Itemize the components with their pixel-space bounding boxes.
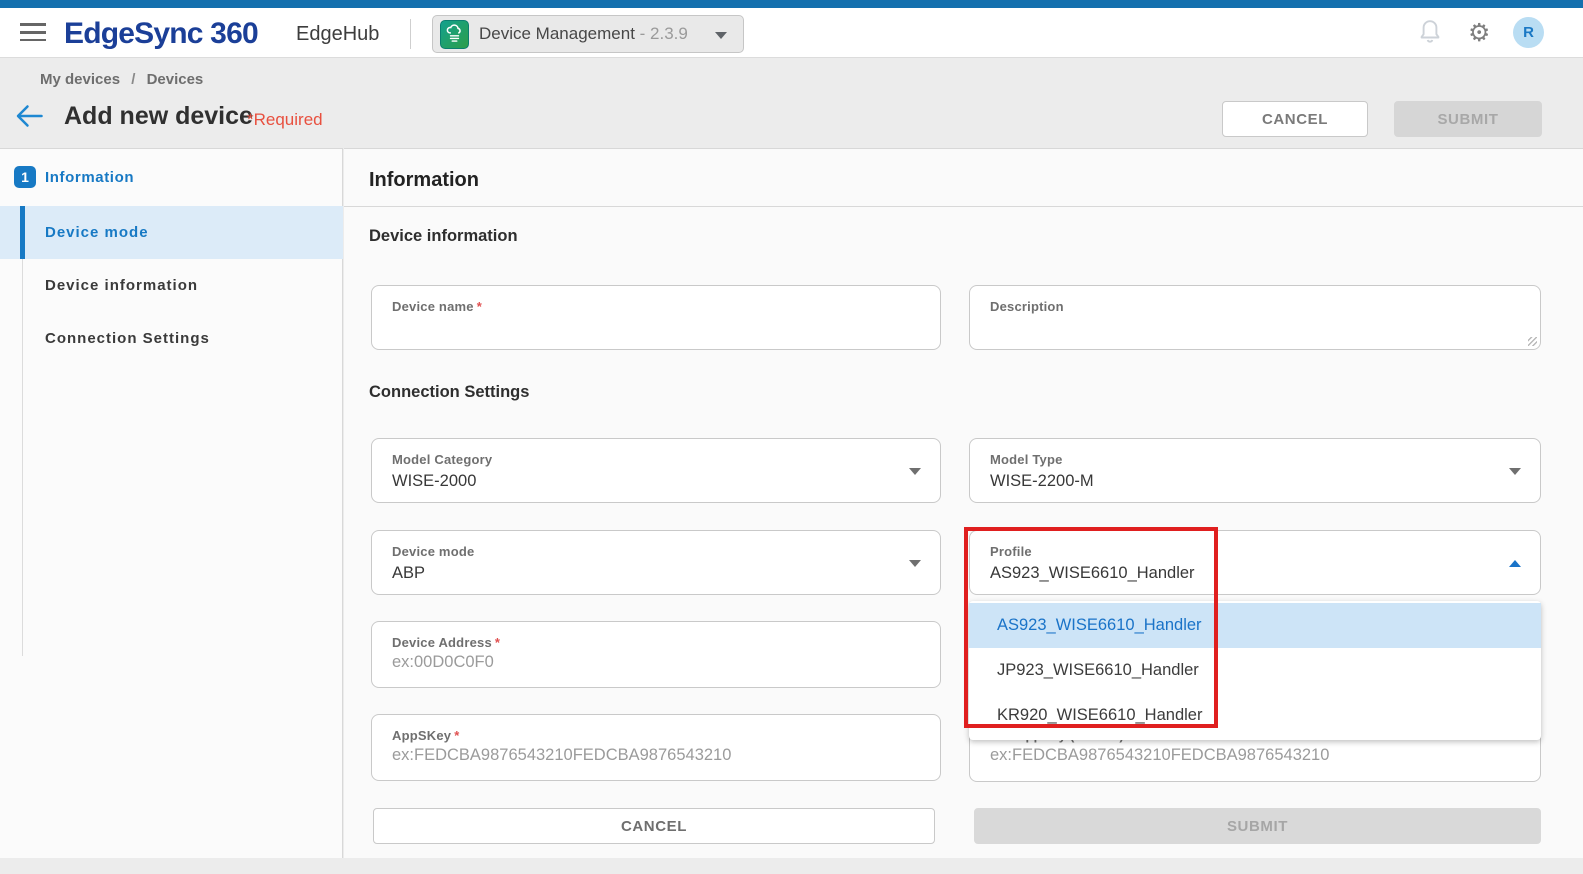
model-category-label: Model Category — [392, 452, 920, 467]
top-accent-strip — [0, 0, 1583, 8]
chevron-down-icon — [715, 32, 727, 39]
profile-option-as923[interactable]: AS923_WISE6610_Handler — [969, 603, 1541, 648]
sidebar-item-label: Connection Settings — [45, 330, 210, 347]
submit-button[interactable]: SUBMIT — [1394, 101, 1542, 137]
form-panel: Information Device information Device na… — [344, 148, 1583, 858]
chevron-down-icon — [1509, 468, 1521, 475]
form-cancel-button[interactable]: CANCEL — [373, 808, 935, 844]
app-selector-dropdown[interactable]: Device Management - 2.3.9 — [432, 15, 744, 53]
sidebar-item-connection-settings[interactable]: Connection Settings — [0, 312, 343, 365]
model-category-value: WISE-2000 — [392, 472, 920, 491]
profile-select[interactable]: Profile AS923_WISE6610_Handler — [969, 530, 1541, 595]
header-divider — [410, 19, 411, 49]
profile-option-kr920[interactable]: KR920_WISE6610_Handler — [969, 693, 1541, 738]
breadcrumb-my-devices[interactable]: My devices — [40, 71, 120, 88]
chevron-up-icon — [1509, 560, 1521, 567]
description-input[interactable] — [990, 317, 1520, 336]
profile-option-jp923[interactable]: JP923_WISE6610_Handler — [969, 648, 1541, 693]
brand-logo: EdgeSync 360 — [64, 17, 258, 51]
sidebar-item-device-mode[interactable]: Device mode — [0, 206, 343, 259]
appskey-label: AppSKey* — [392, 728, 920, 743]
step-number-badge: 1 — [14, 166, 36, 188]
step-information: 1 Information — [14, 166, 134, 188]
device-mode-select[interactable]: Device mode ABP — [371, 530, 941, 595]
required-note: *Required — [247, 110, 323, 130]
device-address-label: Device Address* — [392, 635, 920, 650]
breadcrumb-devices[interactable]: Devices — [147, 71, 204, 88]
device-information-heading: Device information — [369, 227, 518, 246]
settings-gear-icon[interactable]: ⚙ — [1468, 17, 1490, 49]
app-selector-label: Device Management - 2.3.9 — [479, 24, 688, 44]
device-address-field[interactable]: Device Address* — [371, 621, 941, 688]
menu-icon[interactable] — [20, 23, 46, 43]
user-avatar[interactable]: R — [1513, 17, 1544, 48]
description-field[interactable]: Description — [969, 285, 1541, 350]
back-arrow-icon[interactable] — [15, 104, 43, 133]
breadcrumb: My devices / Devices — [40, 71, 203, 88]
notifications-bell-icon[interactable] — [1417, 16, 1443, 51]
product-name: EdgeHub — [296, 23, 379, 46]
appskey-field[interactable]: AppSKey* — [371, 714, 941, 781]
device-mode-value: ABP — [392, 564, 920, 583]
chevron-down-icon — [909, 468, 921, 475]
section-title: Information — [369, 169, 479, 192]
section-divider — [344, 206, 1583, 207]
profile-options-dropdown: AS923_WISE6610_Handler JP923_WISE6610_Ha… — [969, 601, 1541, 740]
page-title: Add new device — [64, 102, 253, 131]
breadcrumb-separator: / — [131, 71, 135, 88]
profile-label: Profile — [990, 544, 1520, 559]
model-category-select[interactable]: Model Category WISE-2000 — [371, 438, 941, 503]
active-indicator-bar — [20, 206, 25, 259]
model-type-select[interactable]: Model Type WISE-2200-M — [969, 438, 1541, 503]
app-header: EdgeSync 360 EdgeHub Device Management -… — [0, 8, 1583, 58]
device-address-input[interactable] — [392, 653, 920, 672]
resize-grip-icon[interactable] — [1528, 337, 1537, 346]
description-label: Description — [990, 299, 1520, 314]
app-version: - 2.3.9 — [640, 24, 688, 43]
chevron-down-icon — [909, 560, 921, 567]
device-name-input[interactable] — [392, 317, 920, 336]
step-label: Information — [45, 169, 134, 186]
page-header-band: My devices / Devices Add new device *Req… — [0, 58, 1583, 148]
profile-value: AS923_WISE6610_Handler — [990, 564, 1520, 583]
model-type-label: Model Type — [990, 452, 1520, 467]
device-name-label: Device name* — [392, 299, 920, 314]
stepper-sidebar: 1 Information Device mode Device informa… — [0, 148, 343, 858]
connection-settings-heading: Connection Settings — [369, 383, 529, 402]
sidebar-item-label: Device mode — [45, 224, 149, 241]
cancel-button[interactable]: CANCEL — [1222, 101, 1368, 137]
device-management-icon — [440, 20, 469, 49]
sidebar-item-label: Device information — [45, 277, 198, 294]
sidebar-item-device-information[interactable]: Device information — [0, 259, 343, 312]
appskey-input[interactable] — [392, 746, 920, 765]
genappkey-input[interactable] — [990, 746, 1520, 765]
device-name-field[interactable]: Device name* — [371, 285, 941, 350]
form-submit-button[interactable]: SUBMIT — [974, 808, 1541, 844]
model-type-value: WISE-2200-M — [990, 472, 1520, 491]
device-mode-label: Device mode — [392, 544, 920, 559]
